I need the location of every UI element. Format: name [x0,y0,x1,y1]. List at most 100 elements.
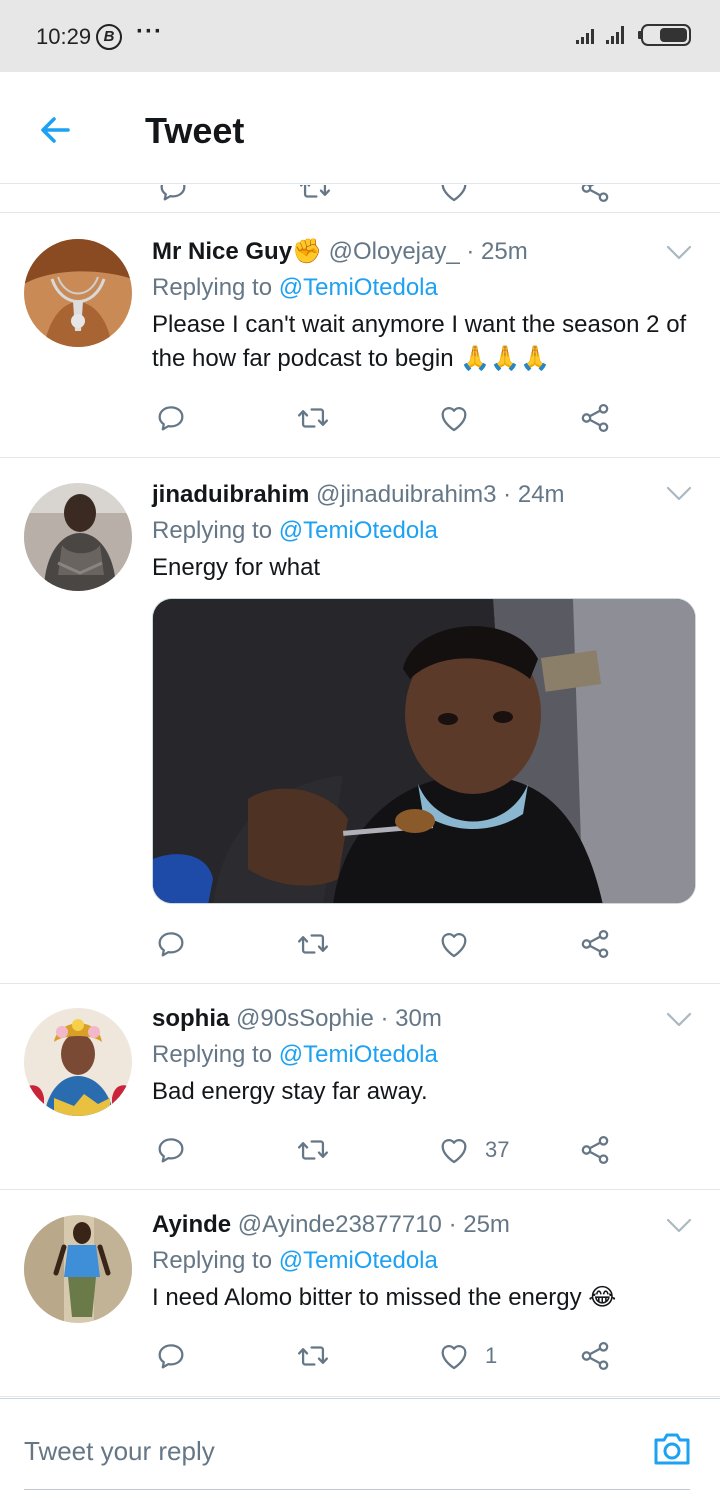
tweet-header: jinaduibrahim @jinaduibrahim3 · 24m [152,479,690,511]
separator-dot: · [503,481,512,508]
retweet-icon[interactable] [298,185,332,205]
tweet-actions [152,924,622,964]
tweet-text: Bad energy stay far away. [152,1078,428,1105]
heart-icon[interactable] [437,185,471,205]
app-bar: Tweet [0,72,720,184]
replying-to: Replying to @TemiOtedola [152,1039,690,1071]
retweet-button[interactable] [296,1130,330,1170]
replying-to: Replying to @TemiOtedola [152,515,690,547]
tweet-time: 30m [395,1005,442,1032]
replying-to-prefix: Replying to [152,274,279,301]
more-notifications-icon: ··· [136,18,163,45]
avatar[interactable] [24,483,132,591]
retweet-icon [296,1133,330,1167]
like-button[interactable] [437,924,485,964]
status-bar: 10:29 B ··· [0,0,720,72]
share-button[interactable] [578,1130,612,1170]
share-icon [578,927,612,961]
heart-icon [437,401,471,435]
comment-icon [154,401,188,435]
tweet-item[interactable]: Ayinde @Ayinde23877710 · 25m Replying to… [0,1191,720,1397]
tweet-actions: 1 [152,1336,622,1376]
signal-battery-icon [576,24,691,46]
arrow-left-icon[interactable] [34,108,78,152]
avatar[interactable] [24,1008,132,1116]
tweet-item[interactable]: sophia @90sSophie · 30m Replying to @Tem… [0,985,720,1190]
tweet-time: 25m [481,238,528,265]
tweet-photo[interactable] [152,598,696,904]
replying-to-prefix: Replying to [152,517,279,544]
chevron-down-icon[interactable] [666,1012,692,1028]
user-handle[interactable]: @Oloyejay_ [329,238,460,265]
share-button[interactable] [578,398,612,438]
reply-button[interactable] [154,1336,188,1376]
share-icon[interactable] [578,185,612,205]
chevron-down-icon[interactable] [666,486,692,502]
display-name[interactable]: Mr Nice Guy [152,238,292,265]
tweet-text: I need Alomo bitter to missed the energy… [152,1284,617,1311]
retweet-button[interactable] [296,924,330,964]
mention-link[interactable]: @TemiOtedola [279,1041,438,1068]
like-button[interactable] [437,398,485,438]
share-button[interactable] [578,924,612,964]
mention-link[interactable]: @TemiOtedola [279,274,438,301]
share-button[interactable] [578,1336,612,1376]
tweet-header: sophia @90sSophie · 30m [152,1003,690,1035]
reply-underline [24,1489,690,1490]
previous-tweet-actions [0,185,720,213]
comment-icon [154,927,188,961]
user-handle[interactable]: @Ayinde23877710 [238,1211,442,1238]
status-time: 10:29 [36,24,92,49]
heart-icon [437,927,471,961]
user-handle[interactable]: @90sSophie [236,1005,374,1032]
retweet-icon [296,401,330,435]
reply-button[interactable] [154,1130,188,1170]
display-name[interactable]: Ayinde [152,1211,231,1238]
page-title: Tweet [145,110,245,151]
retweet-button[interactable] [296,398,330,438]
tweet-header: Mr Nice Guy✊ @Oloyejay_ · 25m [152,236,690,268]
replying-to-prefix: Replying to [152,1247,279,1274]
comment-icon [154,1339,188,1373]
chevron-down-icon[interactable] [666,1218,692,1234]
display-name[interactable]: jinaduibrahim [152,481,309,508]
user-handle[interactable]: @jinaduibrahim3 [316,481,496,508]
like-button[interactable]: 1 [437,1336,497,1376]
tweet-text: Energy for what [152,554,321,581]
tweet-time: 25m [463,1211,510,1238]
like-button[interactable]: 37 [437,1130,509,1170]
camera-icon[interactable] [650,1427,694,1471]
heart-icon [437,1339,471,1373]
tweet-item[interactable]: jinaduibrahim @jinaduibrahim3 · 24m Repl… [0,459,720,984]
replying-to: Replying to @TemiOtedola [152,1245,690,1277]
mention-link[interactable]: @TemiOtedola [279,1247,438,1274]
separator-dot: · [466,238,475,265]
separator-dot: · [448,1211,457,1238]
tweet-time: 24m [517,481,565,508]
tweet-actions: 37 [152,1130,622,1170]
tweet-item[interactable]: Mr Nice Guy✊ @Oloyejay_ · 25m Replying t… [0,214,720,458]
retweet-icon [296,1339,330,1373]
reply-button[interactable] [154,924,188,964]
chevron-down-icon[interactable] [666,245,692,261]
raised-fist-emoji: ✊ [292,238,322,265]
share-icon [578,401,612,435]
like-count: 1 [485,1343,498,1368]
retweet-button[interactable] [296,1336,330,1376]
avatar[interactable] [24,239,132,347]
replying-to: Replying to @TemiOtedola [152,272,690,304]
share-icon [578,1339,612,1373]
reply-input[interactable] [24,1431,584,1471]
separator-dot: · [380,1005,389,1032]
reply-button[interactable] [154,398,188,438]
avatar[interactable] [24,1215,132,1323]
retweet-icon [296,927,330,961]
display-name[interactable]: sophia [152,1005,229,1032]
reply-composer [0,1398,720,1500]
comment-icon[interactable] [156,185,190,205]
mention-link[interactable]: @TemiOtedola [279,517,438,544]
b-app-icon: B [96,24,122,50]
tweet-actions [152,398,622,438]
replying-to-prefix: Replying to [152,1041,279,1068]
heart-icon [437,1133,471,1167]
